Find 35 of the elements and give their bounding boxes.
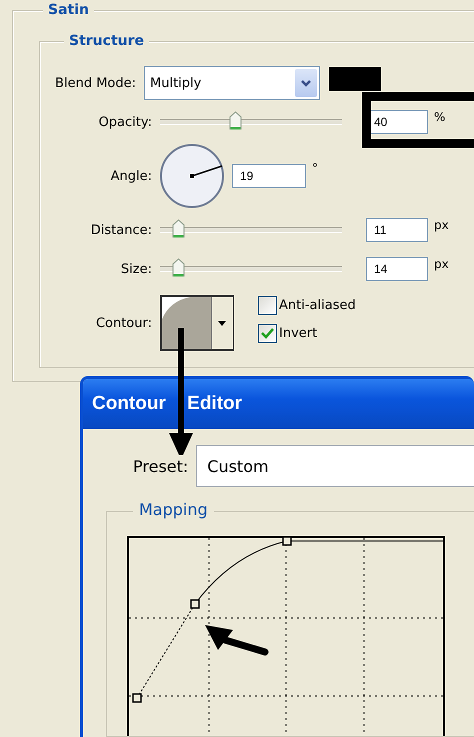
checkbox[interactable] [258,324,277,342]
field-label: Size: [120,262,153,276]
checkbox-label: Invert [279,326,318,340]
curve-point[interactable] [190,599,200,609]
field-label: Preset: [133,456,188,476]
preset-dropdown[interactable]: Custom [196,445,474,487]
curve-point[interactable] [282,536,292,546]
field-label: Distance: [90,222,153,238]
window-title: Contour Editor [92,393,242,415]
value-input[interactable]: 11 [366,218,428,242]
annotation-arrow [205,625,268,656]
contour-picker[interactable] [160,295,234,351]
caret-icon [218,320,226,326]
angle-input[interactable]: 19 [232,164,306,188]
section-title: Mapping [133,500,214,519]
unit-label: ° [312,161,318,175]
blend-mode-dropdown[interactable]: Multiply [144,66,320,100]
curve-point[interactable] [132,693,142,703]
angle-dial[interactable] [160,144,224,208]
color-swatch[interactable] [329,67,381,91]
field-label: Opacity: [98,114,153,130]
contour-preview-icon [162,297,211,349]
field-label: Angle: [110,168,153,184]
field-label: Blend Mode: [54,76,137,90]
slider-thumb[interactable] [172,258,186,278]
checkbox-label: Anti-aliased [279,298,356,312]
unit-label: px [434,257,449,271]
field-label: Contour: [94,316,153,330]
chevron-down-icon [300,78,312,88]
value-input[interactable]: 14 [366,257,428,281]
slider-thumb[interactable] [228,111,242,131]
slider-thumb[interactable] [172,219,186,239]
unit-label: px [434,218,449,232]
unit-label: % [434,110,446,124]
checkbox[interactable] [258,296,277,314]
